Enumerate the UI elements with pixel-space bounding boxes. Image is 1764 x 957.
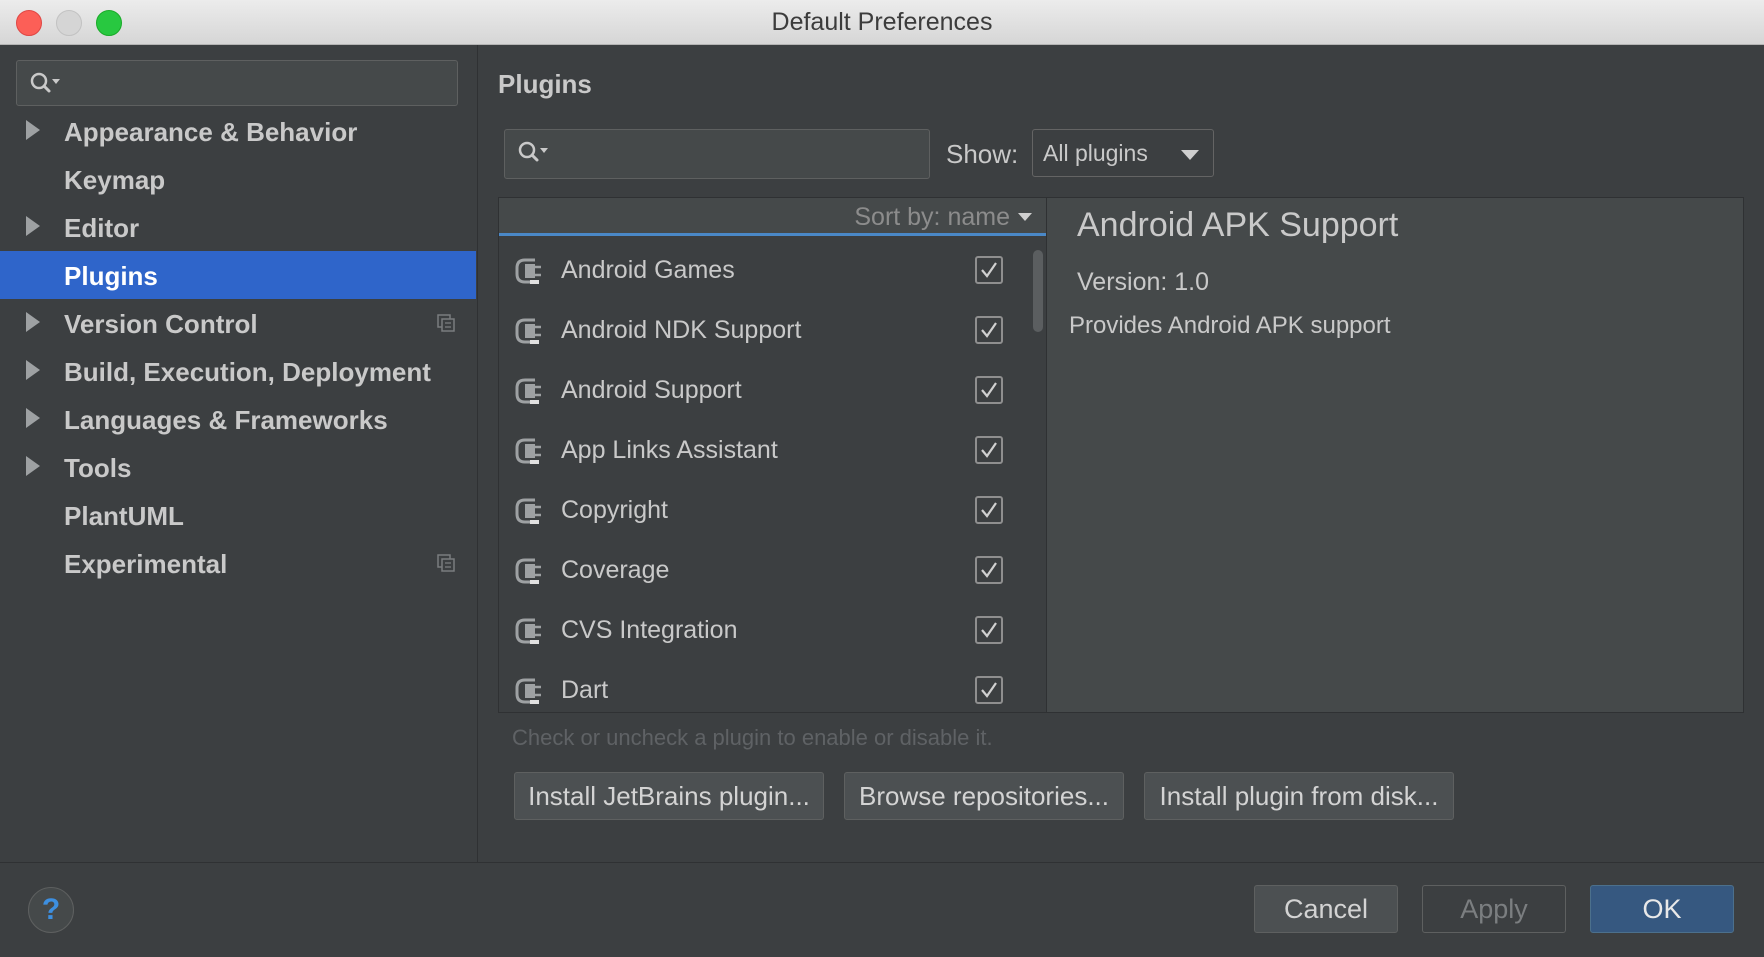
sidebar-item-appearance-behavior[interactable]: Appearance & Behavior: [0, 107, 476, 155]
plugin-icon: [515, 678, 541, 704]
sort-chevron-down-icon[interactable]: [1018, 213, 1032, 221]
plugin-name: Android NDK Support: [561, 316, 802, 344]
chevron-down-icon: [1181, 150, 1199, 160]
plugin-icon: [515, 318, 541, 344]
plugin-enabled-checkbox[interactable]: [975, 436, 1003, 464]
sidebar-item-plantuml[interactable]: PlantUML: [0, 491, 476, 539]
plugin-detail-panel: Android APK Support Version: 1.0 Provide…: [1047, 197, 1744, 713]
install-plugin-from-disk-button[interactable]: Install plugin from disk...: [1144, 772, 1454, 820]
expand-arrow-icon[interactable]: [26, 456, 40, 476]
sidebar-item-build-execution-deployment[interactable]: Build, Execution, Deployment: [0, 347, 476, 395]
checkmark-icon: [981, 622, 997, 638]
show-filter-label: Show:: [946, 139, 1019, 169]
search-icon: [30, 72, 60, 93]
plugin-hint-text: Check or uncheck a plugin to enable or d…: [512, 725, 993, 750]
expand-arrow-icon[interactable]: [26, 120, 40, 140]
show-filter-value: All plugins: [1043, 140, 1148, 166]
project-settings-icon: [437, 314, 455, 332]
sidebar-item-version-control[interactable]: Version Control: [0, 299, 476, 347]
plugin-detail-version: Version: 1.0: [1077, 268, 1210, 296]
install-jetbrains-plugin-button[interactable]: Install JetBrains plugin...: [514, 772, 824, 820]
checkmark-icon: [981, 382, 997, 398]
plugin-detail-description: Provides Android APK support: [1069, 312, 1391, 339]
project-settings-icon: [437, 554, 455, 572]
checkmark-icon: [981, 442, 997, 458]
settings-search-input[interactable]: [16, 60, 458, 106]
sidebar-item-editor[interactable]: Editor: [0, 203, 476, 251]
plugin-icon: [515, 258, 541, 284]
plugin-row[interactable]: Android Games: [499, 242, 1029, 302]
sort-header[interactable]: Sort by: name: [499, 198, 1046, 236]
expand-arrow-icon[interactable]: [26, 360, 40, 380]
plugin-name: Dart: [561, 676, 609, 704]
plugin-search-input[interactable]: [504, 129, 930, 179]
checkmark-icon: [981, 682, 997, 698]
dialog-footer: ? Cancel Apply OK: [0, 862, 1764, 957]
sidebar-item-keymap[interactable]: Keymap: [0, 155, 476, 203]
plugin-enabled-checkbox[interactable]: [975, 676, 1003, 704]
browse-repositories-button[interactable]: Browse repositories...: [844, 772, 1124, 820]
plugin-name: Copyright: [561, 496, 668, 524]
ok-button[interactable]: OK: [1590, 885, 1734, 933]
expand-arrow-icon[interactable]: [26, 312, 40, 332]
sidebar-item-plugins[interactable]: Plugins: [0, 251, 476, 299]
plugin-enabled-checkbox[interactable]: [975, 316, 1003, 344]
plugin-row[interactable]: Coverage: [499, 542, 1029, 602]
plugin-row[interactable]: Dart: [499, 662, 1029, 712]
plugin-icon: [515, 498, 541, 524]
plugin-enabled-checkbox[interactable]: [975, 496, 1003, 524]
plugin-name: Android Games: [561, 256, 735, 284]
plugin-row[interactable]: App Links Assistant: [499, 422, 1029, 482]
plugin-enabled-checkbox[interactable]: [975, 256, 1003, 284]
title-bar: Default Preferences: [0, 0, 1764, 45]
plugin-icon: [515, 438, 541, 464]
expand-arrow-icon[interactable]: [26, 216, 40, 236]
sidebar-item-experimental[interactable]: Experimental: [0, 539, 476, 587]
search-icon: [518, 141, 548, 162]
plugins-page: Plugins Show: All plugins Sort by: name …: [478, 45, 1764, 862]
plugin-detail-title: Android APK Support: [1077, 206, 1399, 244]
checkmark-icon: [981, 502, 997, 518]
sort-by-label[interactable]: Sort by: name: [854, 203, 1010, 232]
preferences-window: Default Preferences Appearance & Behavio…: [0, 0, 1764, 957]
plugin-icon: [515, 378, 541, 404]
show-filter-dropdown[interactable]: All plugins: [1032, 129, 1214, 177]
expand-arrow-icon[interactable]: [26, 408, 40, 428]
plugin-enabled-checkbox[interactable]: [975, 556, 1003, 584]
sidebar-item-languages-frameworks[interactable]: Languages & Frameworks: [0, 395, 476, 443]
plugin-name: Android Support: [561, 376, 742, 404]
checkmark-icon: [981, 322, 997, 338]
plugin-name: App Links Assistant: [561, 436, 778, 464]
page-title: Plugins: [498, 69, 592, 99]
plugin-enabled-checkbox[interactable]: [975, 616, 1003, 644]
sidebar-item-tools[interactable]: Tools: [0, 443, 476, 491]
checkmark-icon: [981, 562, 997, 578]
plugin-row[interactable]: Copyright: [499, 482, 1029, 542]
plugin-list-scrollbar[interactable]: [1033, 250, 1043, 332]
plugin-name: CVS Integration: [561, 616, 738, 644]
checkmark-icon: [981, 262, 997, 278]
plugin-row[interactable]: Android NDK Support: [499, 302, 1029, 362]
plugin-icon: [515, 558, 541, 584]
plugin-name: Coverage: [561, 556, 670, 584]
plugin-row[interactable]: Android Support: [499, 362, 1029, 422]
apply-button[interactable]: Apply: [1422, 885, 1566, 933]
plugin-enabled-checkbox[interactable]: [975, 376, 1003, 404]
window-title: Default Preferences: [771, 8, 993, 36]
help-button[interactable]: ?: [28, 887, 74, 933]
plugin-row[interactable]: CVS Integration: [499, 602, 1029, 662]
cancel-button[interactable]: Cancel: [1254, 885, 1398, 933]
plugin-list: Sort by: name Android Games Android NDK S…: [498, 197, 1047, 713]
settings-sidebar: Appearance & Behavior Keymap Editor Plug…: [0, 45, 478, 862]
plugin-icon: [515, 618, 541, 644]
